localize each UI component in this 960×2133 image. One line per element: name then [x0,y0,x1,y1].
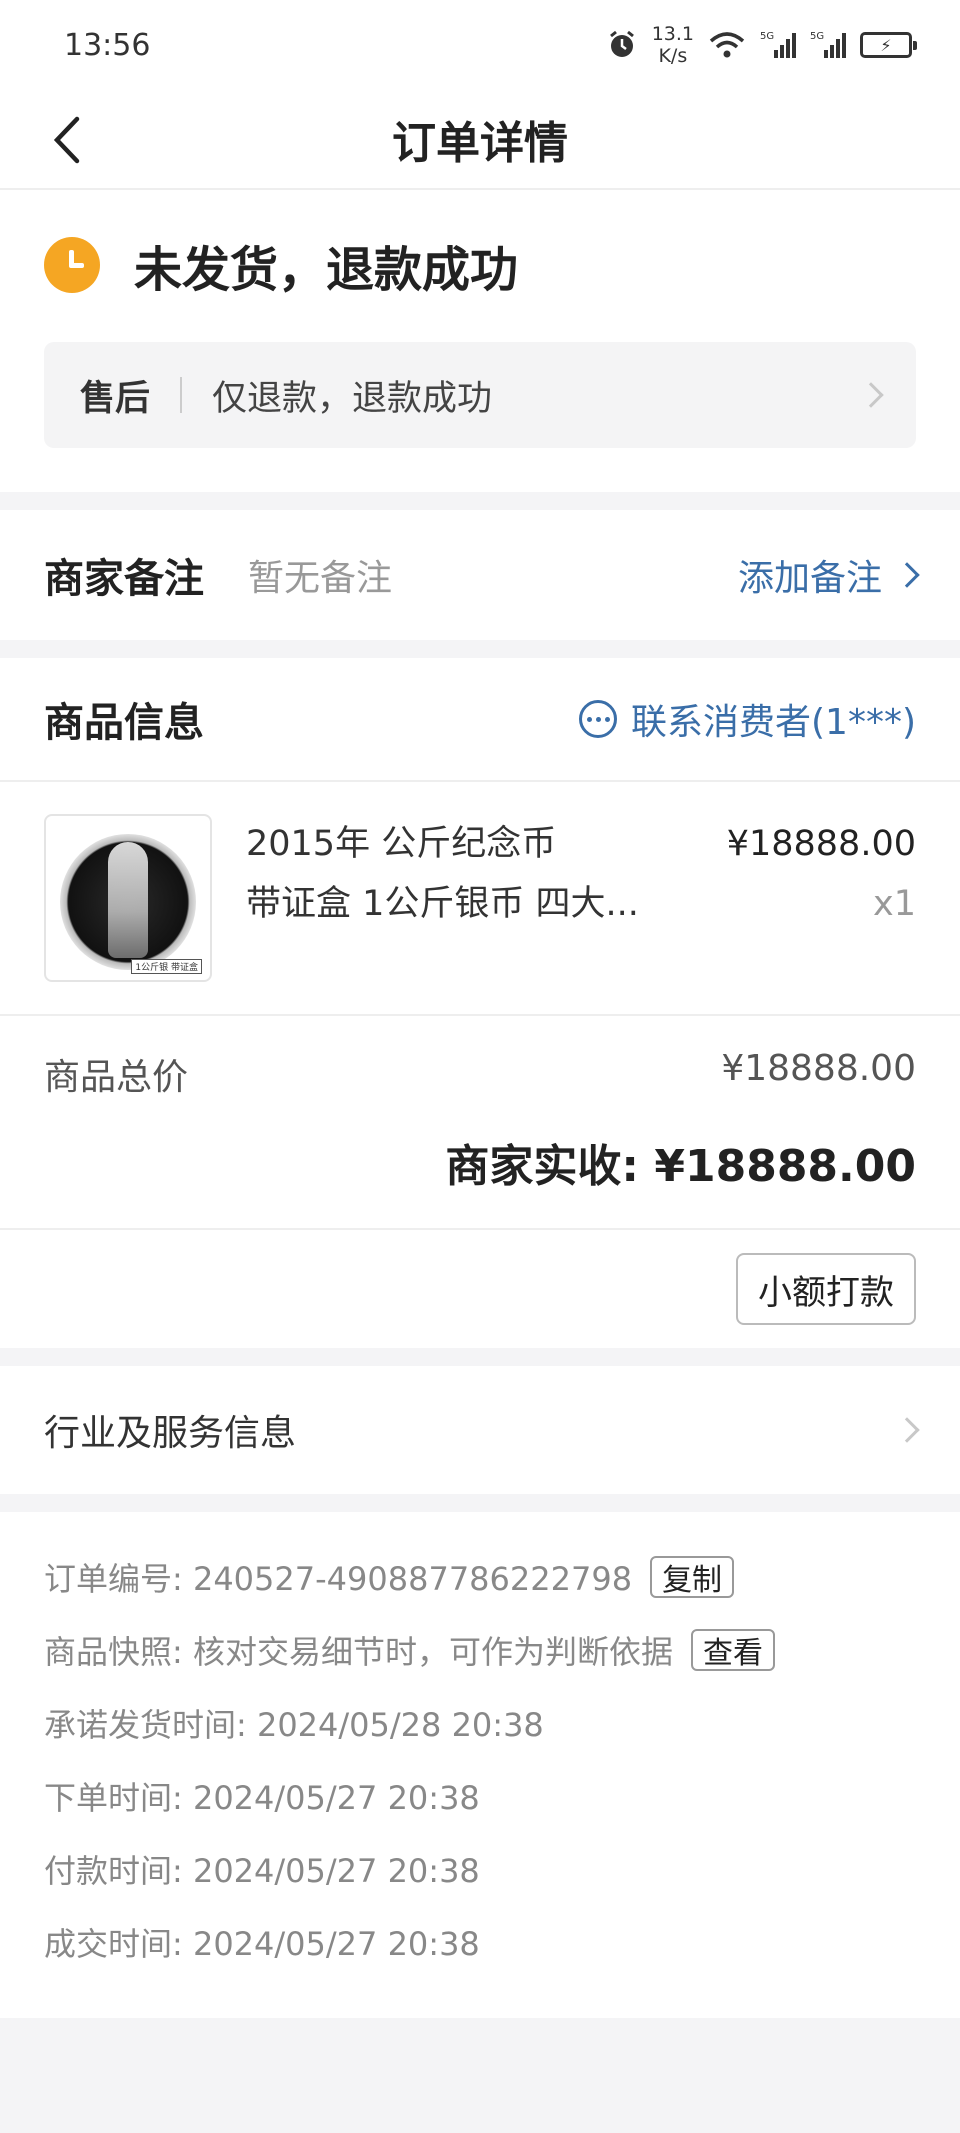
aftersale-value: 仅退款，退款成功 [212,378,493,419]
order-status-header: 未发货，退款成功 [44,230,916,300]
chevron-left-icon [53,116,80,164]
pay-time: 付款时间: 2024/05/27 20:38 [44,1851,480,1890]
chevron-right-icon [894,1417,920,1443]
product-quantity: x1 [873,884,916,924]
product-price: ¥18888.00 [726,824,916,864]
aftersale-row[interactable]: 售后 仅退款，退款成功 [44,342,916,448]
order-number-row: 订单编号: 240527-490887786222798 复制 [44,1540,916,1613]
order-status-title: 未发货，退款成功 [134,242,519,298]
status-icons: 13.1 K/s 5G 5G ⚡ [606,23,917,67]
merchant-received-value: ¥18888.00 [654,1141,916,1192]
svg-text:5G: 5G [810,31,824,42]
contact-consumer-label: 联系消费者(1***) [631,702,916,743]
view-snapshot-button[interactable]: 查看 [690,1628,775,1671]
order-number: 订单编号: 240527-490887786222798 [44,1559,633,1598]
goods-total-label: 商品总价 [44,1057,189,1098]
product-title-line2: 带证盒 1公斤银币 四大... [246,884,639,924]
battery-charging-icon: ⚡ [860,32,917,58]
promise-ship-time: 承诺发货时间: 2024/05/28 20:38 [44,1705,544,1744]
goods-header: 商品信息 联系消费者(1***) [0,658,960,782]
snapshot-row: 商品快照: 核对交易细节时，可作为判断依据 查看 [44,1613,916,1686]
merchant-note-card: 商家备注 暂无备注 添加备注 [0,510,960,640]
merchant-received: 商家实收: ¥18888.00 [44,1130,916,1194]
speed-value: 13.1 [651,23,694,45]
speed-unit: K/s [658,45,688,67]
chevron-right-icon [894,562,920,588]
status-bar: 13:56 13.1 K/s 5G 5G ⚡ [0,0,960,90]
merchant-note-value: 暂无备注 [248,558,393,599]
deal-time: 成交时间: 2024/05/27 20:38 [44,1924,480,1963]
add-note-button[interactable]: 添加备注 [737,549,920,601]
alarm-icon [606,29,638,61]
add-note-label: 添加备注 [737,558,882,599]
clock-icon [44,237,100,293]
aftersale-label: 售后 [80,378,151,419]
goods-actions: 小额打款 [0,1230,960,1348]
product-title-line1: 2015年 公斤纪念币 [246,824,557,864]
signal-icon-1: 5G [760,30,796,60]
wifi-icon [708,30,746,60]
status-time: 13:56 [64,27,151,63]
contact-consumer-button[interactable]: 联系消费者(1***) [579,693,916,745]
back-button[interactable] [40,114,92,166]
totals: 商品总价 ¥18888.00 商家实收: ¥18888.00 [0,1016,960,1230]
merchant-note-label: 商家备注 [44,556,204,602]
goods-total-value: ¥18888.00 [721,1048,916,1089]
signal-icon-2: 5G [810,30,846,60]
service-info-row[interactable]: 行业及服务信息 [0,1366,960,1494]
svg-text:5G: 5G [760,31,774,42]
order-status-card: 未发货，退款成功 售后 仅退款，退款成功 [0,190,960,492]
page-title: 订单详情 [392,118,568,169]
divider [180,377,183,413]
merchant-received-label: 商家实收: [445,1141,640,1192]
snapshot-text: 商品快照: 核对交易细节时，可作为判断依据 [44,1632,673,1671]
goods-card: 商品信息 联系消费者(1***) 1公斤银 带证盒 2015年 公斤纪念币 带证… [0,658,960,1348]
chat-icon [579,700,617,738]
copy-button[interactable]: 复制 [650,1555,735,1598]
product-thumbnail: 1公斤银 带证盒 [44,814,212,982]
nav-bar: 订单详情 [0,90,960,190]
goods-total-row: 商品总价 ¥18888.00 [44,1048,916,1100]
product-price-column: ¥18888.00 x1 [727,814,916,982]
network-speed: 13.1 K/s [652,23,694,67]
goods-item[interactable]: 1公斤银 带证盒 2015年 公斤纪念币 带证盒 1公斤银币 四大... ¥18… [0,782,960,1016]
order-time: 下单时间: 2024/05/27 20:38 [44,1778,480,1817]
coin-figure [108,842,148,958]
product-info: 2015年 公斤纪念币 带证盒 1公斤银币 四大... [212,814,727,982]
chevron-right-icon [858,382,884,408]
service-info-label: 行业及服务信息 [44,1413,297,1454]
small-payment-button[interactable]: 小额打款 [736,1253,916,1325]
goods-title: 商品信息 [44,700,204,746]
thumbnail-label: 1公斤银 带证盒 [131,959,202,974]
order-info-card: 订单编号: 240527-490887786222798 复制 商品快照: 核对… [0,1512,960,2018]
